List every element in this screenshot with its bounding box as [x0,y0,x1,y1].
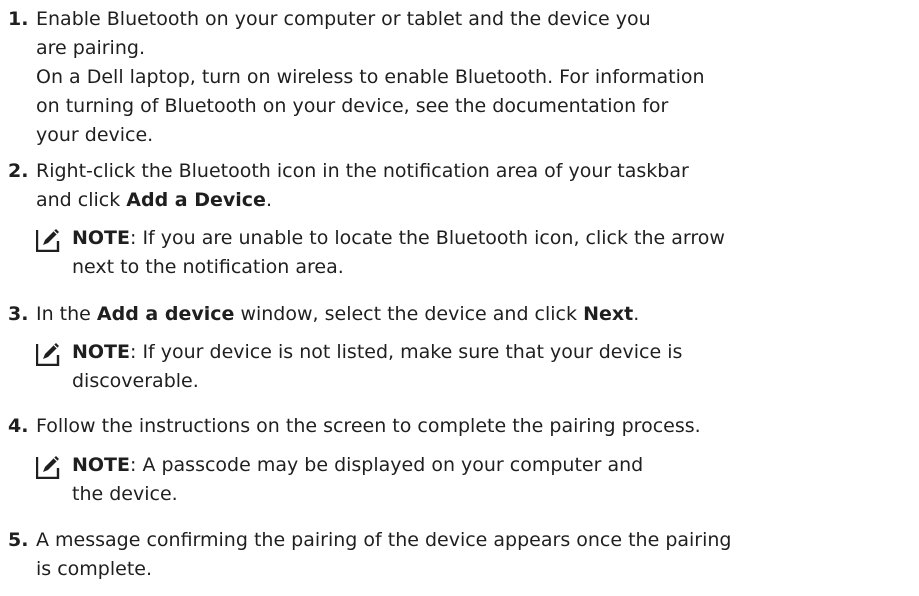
note-pencil-icon [36,229,60,252]
step-2-line-2-period: . [265,189,272,211]
step-3-text-a: In the [36,303,97,325]
note-2-line-1: NOTE: If your device is not listed, make… [72,338,919,367]
note-2-body: : If your device is not listed, make sur… [130,341,683,363]
next-label: Next [583,303,634,325]
step-2-text: Right-click the Bluetooth icon in the no… [36,157,919,215]
step-2-number: 2. [8,160,29,182]
step-4-number: 4. [8,415,29,437]
step-4-text: Follow the instructions on the screen to… [36,412,919,441]
note-1-line-1: NOTE: If you are unable to locate the Bl… [72,224,919,253]
note-3-label: NOTE [72,454,130,476]
step-5-number: 5. [8,529,29,551]
step-1-line-2: are pairing. [36,37,145,59]
step-4-line-1: Follow the instructions on the screen to… [36,415,701,437]
note-2-line-2: discoverable. [72,370,199,392]
step-3-period: . [633,303,640,325]
step-5-line-2: is complete. [36,558,153,580]
note-1-text: NOTE: If you are unable to locate the Bl… [72,224,919,282]
note-3-line-1: NOTE: A passcode may be displayed on you… [72,451,919,480]
note-pencil-icon [36,343,60,366]
step-2-line-1: Right-click the Bluetooth icon in the no… [36,160,689,182]
add-a-device-label: Add a Device [126,189,266,211]
step-3-text: In the Add a device window, select the d… [36,300,919,329]
note-2-text: NOTE: If your device is not listed, make… [72,338,919,396]
step-1-text: Enable Bluetooth on your computer or tab… [36,5,919,150]
step-1-line-3: On a Dell laptop, turn on wireless to en… [36,66,705,88]
add-a-device-window-label: Add a device [96,303,235,325]
note-3-body: : A passcode may be displayed on your co… [130,454,644,476]
step-5-text: A message confirming the pairing of the … [36,526,919,584]
note-1-line-2: next to the notification area. [72,256,344,278]
step-1-line-5: your device. [36,124,154,146]
step-2-line-2-text: and click [36,189,127,211]
step-1-line-1: Enable Bluetooth on your computer or tab… [36,8,651,30]
note-pencil-icon [36,456,60,479]
note-1-body: : If you are unable to locate the Blueto… [130,227,725,249]
instruction-document: 1. Enable Bluetooth on your computer or … [0,0,919,596]
step-1-number: 1. [8,8,29,30]
step-3-line-1: In the Add a device window, select the d… [36,300,919,329]
note-3-text: NOTE: A passcode may be displayed on you… [72,451,919,509]
step-1-line-4: on turning of Bluetooth on your device, … [36,95,669,117]
note-1-label: NOTE [72,227,130,249]
step-3-number: 3. [8,303,29,325]
step-5-line-1: A message confirming the pairing of the … [36,529,732,551]
step-2-line-2: and click Add a Device. [36,186,919,215]
step-3-text-c: window, select the device and click [234,303,584,325]
note-3-line-2: the device. [72,483,178,505]
note-2-label: NOTE [72,341,130,363]
